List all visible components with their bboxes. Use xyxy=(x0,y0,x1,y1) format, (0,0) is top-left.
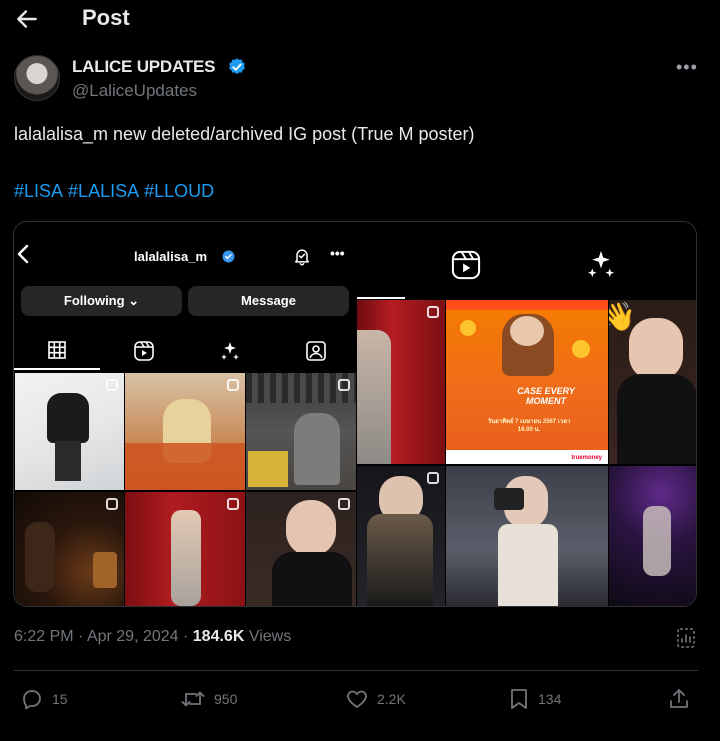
ig-tabs xyxy=(14,332,357,370)
ig-tabs-right xyxy=(357,222,696,299)
ig-verified-icon xyxy=(222,250,235,263)
reels-icon xyxy=(451,250,481,280)
hashtag-link[interactable]: #LLOUD xyxy=(144,181,214,201)
bell-icon xyxy=(295,249,309,266)
hashtags: #LISA #LALISA #LLOUD xyxy=(14,181,219,202)
bookmark-count: 134 xyxy=(538,691,562,707)
tagged-tab xyxy=(272,332,358,370)
retweet-count: 950 xyxy=(214,691,238,707)
ig-photo-tile: 👋 xyxy=(609,300,696,464)
tweet-text: lalalalisa_m new deleted/archived IG pos… xyxy=(14,124,475,144)
tagged-icon xyxy=(306,341,326,361)
ig-username: lalalalisa_m xyxy=(134,249,207,264)
reply-button[interactable]: 15 xyxy=(20,684,68,714)
author-handle[interactable]: @LaliceUpdates xyxy=(72,81,197,101)
sparkles-icon xyxy=(221,342,239,360)
poster-title: CASE EVERY MOMENT xyxy=(517,386,575,406)
ig-photo-tile xyxy=(246,373,356,490)
action-bar: 15 950 2.2K 134 xyxy=(0,684,720,714)
share-icon xyxy=(670,689,688,708)
analytics-icon[interactable] xyxy=(676,627,696,649)
back-chevron-icon xyxy=(17,244,29,264)
divider xyxy=(14,670,698,671)
views-label: Views xyxy=(248,628,292,645)
bookmark-button[interactable]: 134 xyxy=(508,684,561,714)
author-name[interactable]: LALICE UPDATES xyxy=(72,57,215,77)
ig-profile-screenshot-left: lalalalisa_m ••• Following ⌄ Message xyxy=(14,222,357,606)
poster-brand-logo: truemoney xyxy=(571,455,602,461)
avatar[interactable] xyxy=(14,55,60,101)
reels-tab xyxy=(100,332,186,370)
grid-icon xyxy=(48,341,66,359)
ig-photo-tile xyxy=(246,492,356,606)
hashtag-link[interactable]: #LALISA xyxy=(68,181,139,201)
like-count: 2.2K xyxy=(377,691,406,707)
like-button[interactable]: 2.2K xyxy=(345,684,406,714)
poster-date: วันอาทิตย์ 7 เมษายน 2567 เวลา 16.00 น. xyxy=(487,419,571,433)
ig-photo-tile xyxy=(125,492,245,606)
message-button: Message xyxy=(188,286,349,316)
more-options-icon[interactable]: ••• xyxy=(676,57,698,78)
hashtag-link[interactable]: #LISA xyxy=(14,181,63,201)
ig-photo-tile xyxy=(446,466,608,606)
retweet-button[interactable]: 950 xyxy=(180,684,237,714)
heart-icon xyxy=(347,690,367,708)
sparkles-icon xyxy=(587,250,615,278)
verified-badge-icon xyxy=(229,58,245,75)
following-label: Following xyxy=(63,293,125,308)
ig-profile-screenshot-right: CASE EVERY MOMENT วันอาทิตย์ 7 เมษายน 25… xyxy=(357,222,696,606)
post-date[interactable]: Apr 29, 2024 xyxy=(87,628,179,645)
ig-photo-tile xyxy=(15,492,124,606)
views-count: 184.6K xyxy=(192,628,245,645)
retweet-icon xyxy=(181,691,205,707)
ig-photo-tile xyxy=(125,373,245,490)
active-tab-indicator xyxy=(357,297,405,299)
post-meta: 6:22 PM · Apr 29, 2024 · 184.6K Views xyxy=(14,628,292,645)
share-button[interactable] xyxy=(668,684,698,714)
grid-tab xyxy=(14,332,100,370)
sparkles-tab xyxy=(186,332,272,370)
ig-photo-tile xyxy=(357,300,445,464)
ig-photo-tile xyxy=(357,466,445,606)
post-time[interactable]: 6:22 PM xyxy=(14,628,74,645)
author-row: LALICE UPDATES @LaliceUpdates ••• xyxy=(14,55,704,105)
ig-photo-tile xyxy=(609,466,696,606)
reply-icon xyxy=(23,690,41,710)
true-m-poster-tile: CASE EVERY MOMENT วันอาทิตย์ 7 เมษายน 25… xyxy=(446,300,608,464)
ig-more-icon: ••• xyxy=(330,245,345,261)
bookmark-icon xyxy=(511,689,527,709)
top-bar: Post xyxy=(0,0,720,40)
ig-photo-tile xyxy=(15,373,124,490)
page-title: Post xyxy=(82,5,130,30)
following-button: Following ⌄ xyxy=(21,286,182,316)
back-arrow-icon[interactable] xyxy=(14,6,40,32)
tweet-media-image[interactable]: lalalalisa_m ••• Following ⌄ Message CAS… xyxy=(13,221,697,607)
reply-count: 15 xyxy=(52,691,68,707)
reels-icon xyxy=(134,341,154,361)
